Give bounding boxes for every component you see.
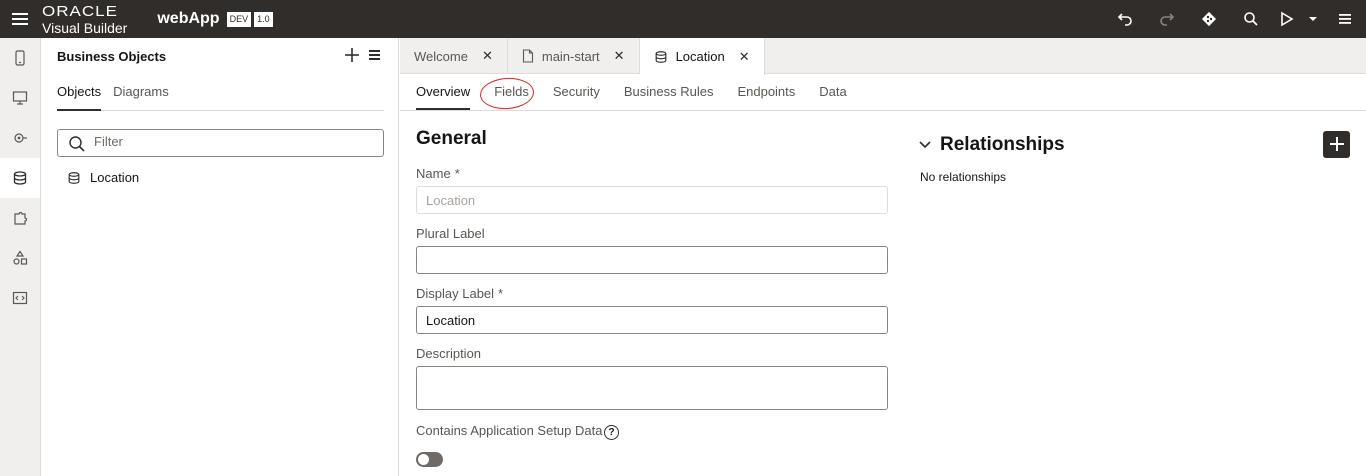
plus-icon (1329, 137, 1344, 151)
services-icon[interactable] (0, 118, 40, 158)
run-options-chevron-down-icon[interactable] (1302, 0, 1324, 38)
name-label: Name * (416, 166, 460, 181)
env-badge: DEV (226, 11, 252, 27)
tab-security[interactable]: Security (553, 74, 600, 110)
panel-menu-icon[interactable] (369, 50, 381, 60)
editor-tab-label: Location (675, 49, 725, 64)
list-item-label: Location (90, 170, 140, 185)
run-icon[interactable] (1272, 0, 1302, 38)
app-header: ORACLE Visual Builder webApp DEV 1.0 (0, 0, 1366, 38)
business-object-icon (68, 171, 80, 184)
brand-product: Visual Builder (42, 20, 128, 36)
web-apps-icon[interactable] (0, 78, 40, 118)
setup-data-label: Contains Application Setup Data (416, 423, 603, 438)
components-icon[interactable] (0, 198, 40, 238)
editor-tab-main-start[interactable]: main-start ✕ (508, 38, 640, 74)
help-icon[interactable]: ? (604, 425, 619, 440)
name-field[interactable]: Location (416, 186, 888, 214)
page-icon (522, 49, 533, 63)
setup-data-toggle[interactable] (416, 452, 443, 467)
close-icon[interactable]: ✕ (614, 48, 625, 64)
display-label-text: Display Label (416, 286, 495, 301)
business-objects-icon[interactable] (0, 158, 40, 198)
toggle-knob (418, 454, 429, 465)
display-label-field[interactable]: Location (416, 306, 888, 334)
name-label-text: Name (416, 166, 451, 181)
description-field[interactable] (416, 366, 888, 410)
panel-title: Business Objects (57, 49, 167, 64)
editor-tab-label: main-start (541, 48, 600, 64)
description-label: Description (416, 346, 482, 361)
editor-tab-location[interactable]: Location ✕ (639, 38, 765, 75)
source-view-icon[interactable] (0, 278, 40, 318)
filter-field (57, 129, 384, 157)
navigation-menu-icon[interactable] (0, 0, 40, 38)
search-icon[interactable] (1230, 0, 1272, 38)
search-icon (69, 136, 85, 152)
filter-input[interactable] (94, 134, 374, 149)
processes-icon[interactable] (0, 238, 40, 278)
general-heading: General (416, 128, 487, 149)
git-icon[interactable] (1188, 0, 1230, 38)
more-menu-icon[interactable] (1324, 0, 1366, 38)
required-mark: * (498, 286, 504, 301)
tab-endpoints[interactable]: Endpoints (737, 74, 795, 110)
editor-tab-label: Welcome (414, 48, 468, 64)
relationships-empty-text: No relationships (920, 170, 1007, 184)
redo-icon[interactable] (1146, 0, 1188, 38)
business-objects-panel: Business Objects Objects Diagrams Locati… (41, 38, 399, 476)
undo-icon[interactable] (1104, 0, 1146, 38)
plural-label-field[interactable] (416, 246, 888, 274)
display-label: Display Label * (416, 286, 503, 301)
business-object-tabs: Overview Fields Security Business Rules … (400, 74, 1366, 111)
required-mark: * (454, 166, 460, 181)
business-object-icon (655, 50, 666, 63)
tab-business-rules[interactable]: Business Rules (624, 74, 714, 110)
version-badge: 1.0 (254, 11, 273, 27)
editor-tabs: Welcome ✕ main-start ✕ Location ✕ (400, 38, 1366, 75)
tab-data[interactable]: Data (819, 74, 846, 110)
mobile-apps-icon[interactable] (0, 38, 40, 78)
list-item-location[interactable]: Location (67, 170, 139, 185)
relationships-heading: Relationships (940, 134, 1065, 155)
close-icon[interactable]: ✕ (739, 49, 750, 65)
brand-oracle: ORACLE (42, 3, 118, 20)
editor-tab-welcome[interactable]: Welcome ✕ (400, 38, 508, 74)
close-icon[interactable]: ✕ (482, 48, 493, 64)
plural-label: Plural Label (416, 226, 485, 241)
app-name: webApp (157, 10, 220, 27)
chevron-down-icon[interactable] (918, 138, 932, 152)
add-business-object-button[interactable] (344, 46, 360, 69)
tab-objects[interactable]: Objects (57, 84, 102, 111)
panel-tabs: Objects Diagrams (57, 84, 384, 111)
tab-diagrams[interactable]: Diagrams (113, 84, 169, 111)
add-relationship-button[interactable] (1323, 131, 1350, 158)
oracle-logo: ORACLE Visual Builder (42, 3, 127, 35)
navigator-rail (0, 38, 41, 476)
tab-overview[interactable]: Overview (416, 74, 471, 110)
plus-icon (345, 48, 359, 62)
